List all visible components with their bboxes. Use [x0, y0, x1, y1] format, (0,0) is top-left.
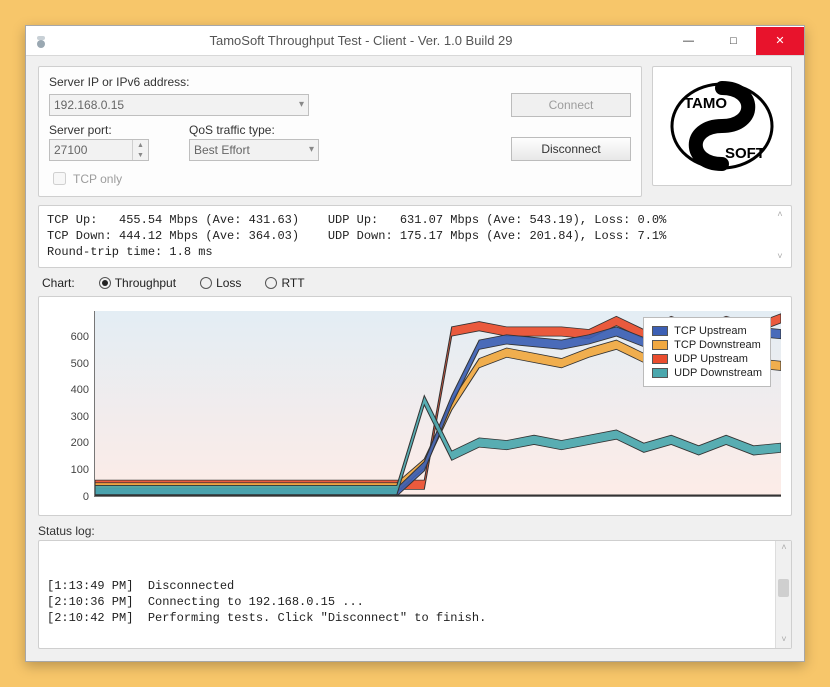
radio-rtt[interactable]: RTT: [265, 276, 304, 290]
window-title: TamoSoft Throughput Test - Client - Ver.…: [56, 33, 666, 48]
spinner-down-icon[interactable]: ▼: [133, 150, 148, 160]
legend-item: UDP Downstream: [652, 367, 762, 379]
legend-item: TCP Upstream: [652, 325, 762, 337]
server-port-value: 27100: [54, 143, 87, 157]
status-log-panel: ˄ ˅ [1:13:49 PM] Disconnected [2:10:36 P…: [38, 540, 792, 649]
connect-button[interactable]: Connect: [511, 93, 631, 117]
y-axis-labels: 0100200300400500600: [49, 311, 91, 497]
legend-swatch: [652, 326, 668, 336]
chart-label: Chart:: [42, 276, 75, 290]
scrollbar[interactable]: ˄ ˅: [775, 541, 791, 648]
qos-value: Best Effort: [194, 143, 250, 157]
content-area: Server IP or IPv6 address: 192.168.0.15 …: [26, 56, 804, 661]
radio-throughput[interactable]: Throughput: [99, 276, 176, 290]
chevron-down-icon: ▾: [309, 144, 314, 155]
svg-text:TAMO: TAMO: [684, 95, 727, 112]
y-tick-label: 100: [71, 464, 89, 476]
scroll-down-icon[interactable]: ˅: [773, 251, 787, 265]
y-tick-label: 200: [71, 437, 89, 449]
tcp-only-checkbox[interactable]: TCP only: [49, 169, 631, 188]
disconnect-button[interactable]: Disconnect: [511, 137, 631, 161]
scrollbar-thumb[interactable]: [778, 579, 789, 597]
server-port-spinner[interactable]: 27100 ▲ ▼: [49, 139, 149, 161]
status-log-text: [1:13:49 PM] Disconnected [2:10:36 PM] C…: [47, 579, 486, 625]
tcp-only-label: TCP only: [73, 172, 122, 186]
chart-legend: TCP Upstream TCP Downstream UDP Upstream UD…: [643, 317, 771, 387]
status-log-label: Status log:: [38, 524, 792, 538]
maximize-button[interactable]: □: [711, 27, 756, 55]
y-tick-label: 300: [71, 411, 89, 423]
legend-label: UDP Upstream: [674, 353, 748, 365]
radio-icon: [265, 277, 277, 289]
window-controls: — □ ✕: [666, 27, 804, 55]
connection-panel: Server IP or IPv6 address: 192.168.0.15 …: [38, 66, 642, 197]
y-tick-label: 0: [83, 491, 89, 503]
radio-label: Loss: [216, 276, 241, 290]
qos-select[interactable]: Best Effort ▾: [189, 139, 319, 161]
legend-item: TCP Downstream: [652, 339, 762, 351]
legend-swatch: [652, 340, 668, 350]
y-tick-label: 400: [71, 384, 89, 396]
tamosoft-logo: TAMO SOFT: [662, 76, 782, 176]
legend-label: TCP Upstream: [674, 325, 747, 337]
app-icon: [26, 26, 56, 56]
legend-label: TCP Downstream: [674, 339, 761, 351]
chart-selector: Chart: Throughput Loss RTT: [38, 268, 792, 296]
stats-panel: TCP Up: 455.54 Mbps (Ave: 431.63) UDP Up…: [38, 205, 792, 268]
scroll-down-icon[interactable]: ˅: [777, 633, 791, 647]
y-tick-label: 600: [71, 331, 89, 343]
legend-label: UDP Downstream: [674, 367, 762, 379]
scroll-up-icon[interactable]: ˄: [773, 208, 787, 222]
qos-label: QoS traffic type:: [189, 123, 319, 137]
legend-item: UDP Upstream: [652, 353, 762, 365]
radio-label: Throughput: [115, 276, 176, 290]
minimize-button[interactable]: —: [666, 27, 711, 55]
radio-icon: [200, 277, 212, 289]
server-ip-value: 192.168.0.15: [54, 98, 124, 112]
legend-swatch: [652, 368, 668, 378]
y-tick-label: 500: [71, 358, 89, 370]
radio-icon: [99, 277, 111, 289]
app-window: TamoSoft Throughput Test - Client - Ver.…: [25, 25, 805, 662]
server-ip-combo[interactable]: 192.168.0.15 ▾: [49, 94, 309, 116]
radio-loss[interactable]: Loss: [200, 276, 241, 290]
titlebar: TamoSoft Throughput Test - Client - Ver.…: [26, 26, 804, 56]
scroll-up-icon[interactable]: ˄: [777, 542, 791, 556]
server-port-label: Server port:: [49, 123, 149, 137]
chart-panel: 0 100 200 300 400 500 600 TCP Upstream TCP Down…: [38, 296, 792, 516]
spinner-up-icon[interactable]: ▲: [133, 140, 148, 150]
svg-text:SOFT: SOFT: [725, 145, 765, 162]
tcp-only-input[interactable]: [53, 172, 66, 185]
server-ip-label: Server IP or IPv6 address:: [49, 75, 631, 89]
radio-label: RTT: [281, 276, 304, 290]
legend-swatch: [652, 354, 668, 364]
chevron-down-icon: ▾: [299, 99, 304, 110]
logo-panel: TAMO SOFT: [652, 66, 792, 186]
close-button[interactable]: ✕: [756, 27, 804, 55]
